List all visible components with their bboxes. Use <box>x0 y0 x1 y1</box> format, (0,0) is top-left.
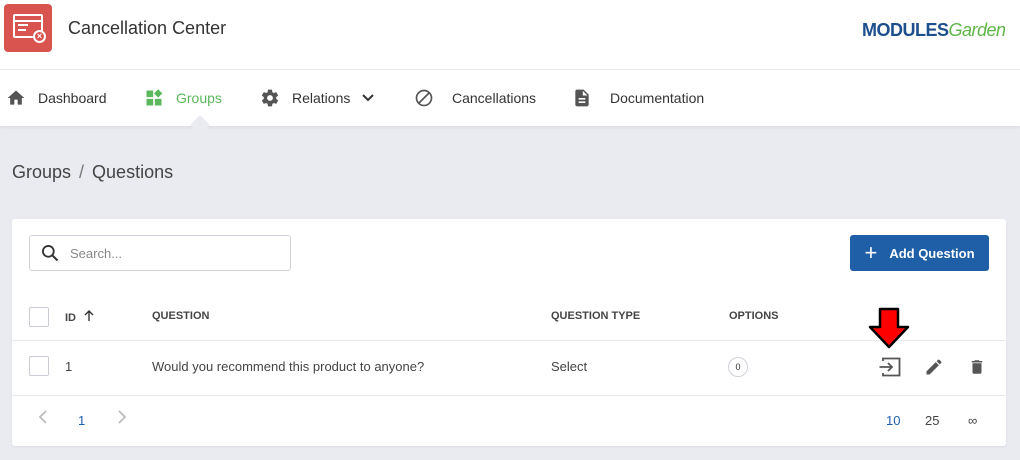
previous-page-button[interactable] <box>38 410 48 429</box>
nav-label: Relations <box>292 90 351 106</box>
ban-icon <box>414 88 434 108</box>
page-number[interactable]: 1 <box>78 413 85 428</box>
options-count-badge: 0 <box>728 357 748 377</box>
search-box[interactable] <box>29 235 291 271</box>
nav-item-groups[interactable]: Groups <box>144 70 222 126</box>
nav-label: Documentation <box>610 90 705 106</box>
enter-icon <box>879 357 901 377</box>
top-header: × Cancellation Center MODULESGarden <box>0 0 1020 70</box>
column-header-id[interactable]: ID <box>65 310 94 325</box>
row-question: Would you recommend this product to anyo… <box>152 359 425 374</box>
chevron-right-icon <box>118 410 127 424</box>
next-page-button[interactable] <box>117 410 127 429</box>
select-all-checkbox[interactable] <box>29 307 49 327</box>
nav-label: Cancellations <box>452 90 537 106</box>
gear-icon <box>260 88 280 108</box>
chevron-left-icon <box>38 410 47 424</box>
groups-icon <box>144 88 164 108</box>
search-icon <box>40 243 60 263</box>
column-header-question[interactable]: QUESTION <box>152 310 209 322</box>
pagination: 1 10 25 ∞ <box>12 396 1006 446</box>
page-size-25[interactable]: 25 <box>925 413 939 428</box>
nav-item-cancellations[interactable]: Cancellations <box>414 70 536 126</box>
row-checkbox[interactable] <box>29 356 49 376</box>
search-input[interactable] <box>70 245 270 261</box>
add-question-label: Add Question <box>889 245 975 261</box>
table-row: 1 Would you recommend this product to an… <box>12 341 1006 396</box>
main-nav: Dashboard Groups Relations Cancellations… <box>0 70 1020 135</box>
delete-button[interactable] <box>965 355 989 379</box>
breadcrumb-current: Questions <box>92 162 174 182</box>
chevron-down-icon <box>362 94 375 102</box>
edit-button[interactable] <box>922 355 946 379</box>
app-logo-icon[interactable]: × <box>4 4 52 52</box>
document-icon <box>572 88 592 108</box>
column-header-question-type[interactable]: QUESTION TYPE <box>551 310 640 322</box>
page-size-all[interactable]: ∞ <box>968 413 977 428</box>
column-header-options[interactable]: OPTIONS <box>729 310 779 322</box>
sort-ascending-icon <box>84 310 94 325</box>
plus-icon: + <box>864 240 878 265</box>
nav-item-relations[interactable]: Relations <box>260 70 375 126</box>
nav-item-dashboard[interactable]: Dashboard <box>6 70 107 126</box>
nav-label: Dashboard <box>38 90 107 106</box>
app-title: Cancellation Center <box>68 18 227 38</box>
row-question-type: Select <box>551 359 588 374</box>
home-icon <box>6 88 26 108</box>
table-header: ID QUESTION QUESTION TYPE OPTIONS <box>12 297 1006 341</box>
breadcrumb-parent[interactable]: Groups <box>12 162 71 182</box>
nav-item-documentation[interactable]: Documentation <box>572 70 704 126</box>
add-question-button[interactable]: + Add Question <box>850 235 989 271</box>
brand-logo: MODULESGarden <box>862 20 1006 40</box>
manage-options-button[interactable] <box>878 355 902 379</box>
questions-panel: + Add Question ID QUESTION QUESTION TYPE… <box>12 219 1006 446</box>
nav-label: Groups <box>176 90 222 106</box>
breadcrumb: Groups / Questions <box>12 162 173 183</box>
breadcrumb-separator: / <box>79 162 85 182</box>
pencil-icon <box>926 359 942 375</box>
row-id: 1 <box>65 359 73 374</box>
page-size-10[interactable]: 10 <box>886 413 900 428</box>
trash-icon <box>971 360 983 374</box>
annotation-arrow-icon <box>866 307 912 349</box>
